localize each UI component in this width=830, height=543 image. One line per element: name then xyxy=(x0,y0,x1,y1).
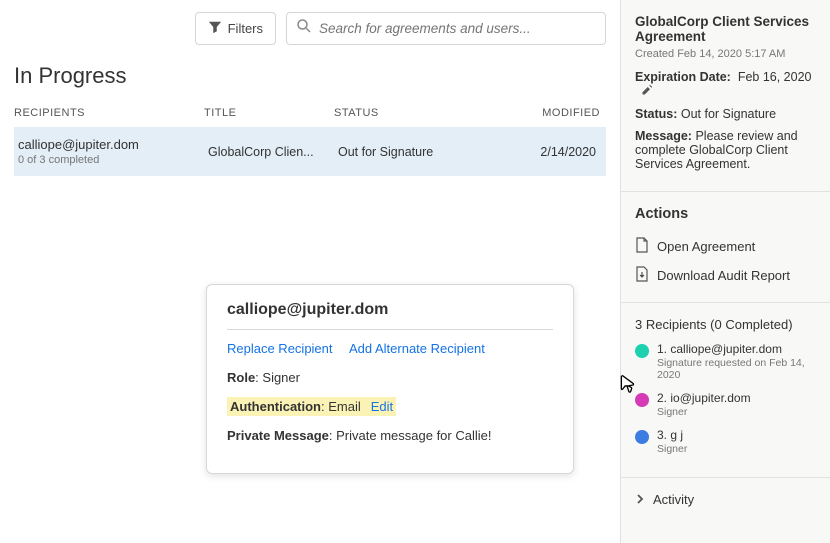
document-icon xyxy=(635,237,649,256)
recipient-item-3[interactable]: 3. g jSigner xyxy=(635,428,816,455)
status-line: Status: Out for Signature xyxy=(635,107,816,121)
actions-heading: Actions xyxy=(635,206,816,222)
page-title: In Progress xyxy=(14,63,606,89)
private-message-row: Private Message: Private message for Cal… xyxy=(227,428,553,443)
col-modified: MODIFIED xyxy=(514,107,606,119)
download-audit-action[interactable]: Download Audit Report xyxy=(635,261,816,290)
recipient-dot-icon xyxy=(635,344,649,358)
recipient-dot-icon xyxy=(635,430,649,444)
expiration-line: Expiration Date: Feb 16, 2020 xyxy=(635,70,816,99)
funnel-icon xyxy=(208,20,222,37)
search-container[interactable] xyxy=(286,12,606,45)
row-recipient-email: calliope@jupiter.dom xyxy=(18,137,208,152)
filters-label: Filters xyxy=(228,21,263,36)
col-recipients: RECIPIENTS xyxy=(14,107,204,119)
row-status: Out for Signature xyxy=(338,145,518,159)
replace-recipient-link[interactable]: Replace Recipient xyxy=(227,341,333,356)
popover-title: calliope@jupiter.dom xyxy=(227,301,553,330)
table-header: RECIPIENTS TITLE STATUS MODIFIED xyxy=(14,107,606,127)
search-input[interactable] xyxy=(319,21,597,36)
recipient-item-1[interactable]: 1. calliope@jupiter.domSignature request… xyxy=(635,342,816,381)
filters-button[interactable]: Filters xyxy=(195,12,276,45)
row-modified: 2/14/2020 xyxy=(518,145,602,159)
search-icon xyxy=(295,17,319,40)
pencil-icon[interactable] xyxy=(641,84,653,99)
chevron-right-icon xyxy=(635,492,645,507)
download-report-icon xyxy=(635,266,649,285)
authentication-row: Authentication: EmailEdit xyxy=(227,397,396,416)
message-line: Message: Please review and complete Glob… xyxy=(635,129,816,171)
add-alternate-recipient-link[interactable]: Add Alternate Recipient xyxy=(349,341,485,356)
auth-edit-link[interactable]: Edit xyxy=(371,399,393,414)
recipient-popover: calliope@jupiter.dom Replace Recipient A… xyxy=(206,284,574,474)
col-title: TITLE xyxy=(204,107,334,119)
recipient-item-2[interactable]: 2. io@jupiter.domSigner xyxy=(635,391,816,418)
role-row: Role: Signer xyxy=(227,370,553,385)
open-agreement-action[interactable]: Open Agreement xyxy=(635,232,816,261)
row-title: GlobalCorp Clien... xyxy=(208,145,338,159)
row-recipient-progress: 0 of 3 completed xyxy=(18,154,208,166)
activity-toggle[interactable]: Activity xyxy=(621,478,830,521)
recipients-heading: 3 Recipients (0 Completed) xyxy=(635,317,816,332)
table-row[interactable]: calliope@jupiter.dom 0 of 3 completed Gl… xyxy=(14,127,606,176)
agreement-title: GlobalCorp Client Services Agreement xyxy=(635,14,816,44)
agreement-created: Created Feb 14, 2020 5:17 AM xyxy=(635,48,816,60)
col-status: STATUS xyxy=(334,107,514,119)
recipient-dot-icon xyxy=(635,393,649,407)
